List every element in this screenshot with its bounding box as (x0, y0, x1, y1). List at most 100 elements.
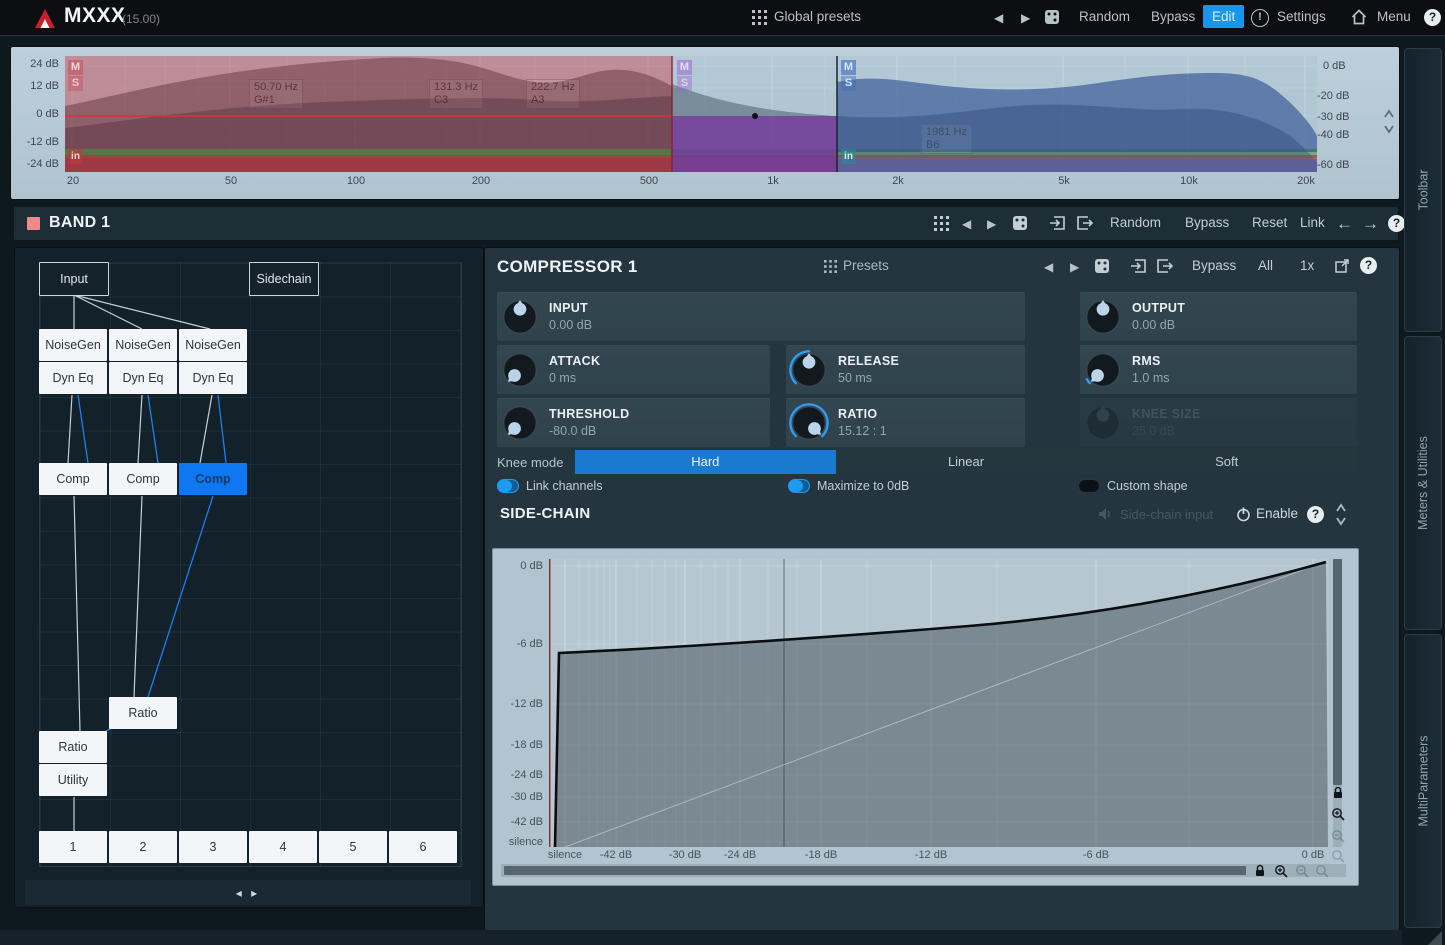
eq-node-label[interactable]: 50.70 Hz G#1 (249, 79, 304, 109)
zoom-out-y-icon[interactable] (1331, 829, 1345, 843)
band-help-icon[interactable]: ? (1388, 215, 1405, 232)
resize-grip[interactable] (1428, 931, 1442, 945)
band-load-icon[interactable] (1049, 215, 1066, 231)
band-next-icon[interactable]: ▶ (987, 217, 996, 231)
band-back-arrow[interactable]: ← (1336, 214, 1353, 234)
release-knob[interactable] (789, 350, 829, 390)
matrix-slot-1[interactable]: 1 (39, 831, 107, 863)
matrix-slot-4[interactable]: 4 (249, 831, 317, 863)
matrix-node-noisegen-1[interactable]: NoiseGen (39, 329, 107, 361)
band-color-swatch[interactable] (27, 217, 40, 230)
sidebar-tab-meters-utilities[interactable]: Meters & Utilities (1404, 336, 1442, 630)
toggle-pill[interactable] (1078, 479, 1100, 493)
band-dice-icon[interactable] (1012, 215, 1028, 231)
comp-oversampling-button[interactable]: 1x (1300, 258, 1314, 273)
rms-knob-box[interactable]: RMS 1.0 ms (1080, 345, 1357, 394)
ratio-knob[interactable] (789, 403, 829, 443)
alert-icon[interactable]: ! (1251, 9, 1269, 27)
sidebar-tab-multiparameters[interactable]: MultiParameters (1404, 634, 1442, 928)
comp-next-icon[interactable]: ▶ (1070, 260, 1079, 274)
output-knob-box[interactable]: OUTPUT 0.00 dB (1080, 292, 1357, 341)
band-prev-icon[interactable]: ◀ (962, 217, 971, 231)
prev-preset-button[interactable]: ◀ (994, 11, 1003, 25)
band1-in-badge[interactable]: in (68, 149, 83, 164)
graph-vscrollbar[interactable] (1333, 559, 1342, 847)
comp-detach-window-icon[interactable] (1334, 258, 1350, 274)
band2-mid-badge[interactable]: M (677, 60, 692, 75)
matrix-node-comp-2[interactable]: Comp (109, 463, 177, 495)
band3-side-badge[interactable]: S (841, 76, 856, 91)
sidechain-collapse-spinner[interactable] (1335, 501, 1347, 529)
matrix-slot-3[interactable]: 3 (179, 831, 247, 863)
next-preset-button[interactable]: ▶ (1021, 11, 1030, 25)
sidebar-tab-toolbar[interactable]: Toolbar (1404, 48, 1442, 332)
eq-node-label[interactable]: 1981 Hz B6 (921, 124, 972, 154)
melda-logo-icon[interactable] (33, 7, 57, 29)
release-knob-box[interactable]: RELEASE 50 ms (786, 345, 1025, 394)
rms-knob[interactable] (1083, 350, 1123, 390)
knee-mode-soft[interactable]: Soft (1096, 450, 1357, 474)
matrix-node-dyneq-3[interactable]: Dyn Eq (179, 362, 247, 394)
home-icon[interactable] (1351, 9, 1367, 25)
band1-side-badge[interactable]: S (68, 76, 83, 91)
matrix-node-dyneq-2[interactable]: Dyn Eq (109, 362, 177, 394)
menu-button[interactable]: Menu (1377, 9, 1411, 24)
eq-node-label[interactable]: 131.3 Hz C3 (429, 79, 484, 109)
randomize-dice-icon[interactable] (1044, 9, 1060, 25)
comp-prev-icon[interactable]: ◀ (1044, 260, 1053, 274)
band-link-button[interactable]: Link (1300, 215, 1325, 230)
custom-shape-toggle[interactable]: Custom shape (1078, 479, 1188, 493)
matrix-slot-6[interactable]: 6 (389, 831, 457, 863)
knee-mode-linear[interactable]: Linear (836, 450, 1097, 474)
maximize-to-0db-toggle[interactable]: Maximize to 0dB (788, 479, 909, 493)
band-reset-button[interactable]: Reset (1252, 215, 1287, 230)
graph-hscrollbar[interactable] (501, 864, 1346, 877)
matrix-node-sidechain[interactable]: Sidechain (249, 262, 319, 296)
compressor-presets-button[interactable]: Presets (843, 258, 889, 273)
comp-save-icon[interactable] (1156, 258, 1173, 274)
spectrum-resize-spinner[interactable] (1383, 107, 1395, 137)
matrix-node-ratio-b[interactable]: Ratio (39, 731, 107, 763)
help-icon[interactable]: ? (1424, 9, 1441, 26)
sidechain-help-icon[interactable]: ? (1307, 506, 1324, 523)
band2-side-badge[interactable]: S (677, 76, 692, 91)
transfer-curve-plot[interactable] (549, 559, 1328, 847)
attack-knob-box[interactable]: ATTACK 0 ms (497, 345, 770, 394)
input-knob[interactable] (500, 297, 540, 337)
matrix-node-comp-3-selected[interactable]: Comp (179, 463, 247, 495)
ratio-knob-box[interactable]: RATIO 15.12 : 1 (786, 398, 1025, 447)
link-channels-toggle[interactable]: Link channels (497, 479, 602, 493)
graph-vscroll-thumb[interactable] (1333, 559, 1342, 785)
matrix-hscroll[interactable]: ◂ ▸ (25, 880, 471, 905)
edit-button[interactable]: Edit (1203, 5, 1245, 28)
sidechain-enable-button[interactable]: Enable (1256, 506, 1298, 521)
matrix-node-utility[interactable]: Utility (39, 764, 107, 796)
band3-mid-badge[interactable]: M (841, 60, 856, 75)
comp-channels-all-button[interactable]: All (1258, 258, 1273, 273)
matrix-node-dyneq-1[interactable]: Dyn Eq (39, 362, 107, 394)
matrix-node-input[interactable]: Input (39, 262, 109, 296)
comp-bypass-button[interactable]: Bypass (1192, 258, 1236, 273)
comp-dice-icon[interactable] (1094, 258, 1110, 274)
band3-in-badge[interactable]: in (841, 149, 856, 164)
comp-load-icon[interactable] (1130, 258, 1147, 274)
bypass-button[interactable]: Bypass (1151, 9, 1195, 24)
threshold-knob[interactable] (500, 403, 540, 443)
zoom-in-x-icon[interactable] (1274, 864, 1288, 878)
global-presets-button[interactable]: Global presets (774, 9, 861, 24)
toggle-pill[interactable] (497, 479, 519, 493)
transfer-curve-graph[interactable]: 0 dB -6 dB -12 dB -18 dB -24 dB -30 dB -… (492, 548, 1359, 886)
power-icon[interactable] (1236, 507, 1251, 522)
band-bypass-button[interactable]: Bypass (1185, 215, 1229, 230)
lock-y-icon[interactable] (1332, 786, 1344, 799)
band1-mid-badge[interactable]: M (68, 60, 83, 75)
matrix-slot-5[interactable]: 5 (319, 831, 387, 863)
band-save-icon[interactable] (1076, 215, 1093, 231)
band-forward-arrow[interactable]: → (1362, 214, 1379, 234)
matrix-node-noisegen-3[interactable]: NoiseGen (179, 329, 247, 361)
toggle-pill[interactable] (788, 479, 810, 493)
zoom-out-x-icon[interactable] (1295, 864, 1309, 878)
band-random-button[interactable]: Random (1110, 215, 1161, 230)
random-button[interactable]: Random (1079, 9, 1130, 24)
zoom-reset-x-icon[interactable] (1315, 864, 1329, 878)
